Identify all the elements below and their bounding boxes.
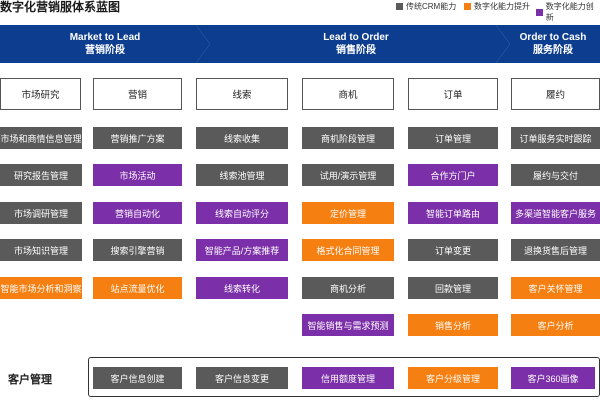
legend-item-innovation: 数字化能力创新 xyxy=(536,1,600,23)
capability-box: 站点流量优化 xyxy=(93,277,182,299)
capability-box: 线索收集 xyxy=(196,127,288,149)
capability-box: 多渠道智能客户服务 xyxy=(511,202,600,224)
capability-box: 客户分析 xyxy=(511,314,600,336)
legend-label: 数字化能力创新 xyxy=(545,2,594,22)
capability-box: 营销推广方案 xyxy=(93,127,182,149)
capability-box: 商机分析 xyxy=(302,277,394,299)
customer-capability-box: 客户信息变更 xyxy=(196,367,288,389)
column-header-opportunity: 商机 xyxy=(302,78,394,110)
column-header-leads: 线索 xyxy=(196,78,288,110)
legend-label: 数字化能力提升 xyxy=(474,2,530,11)
capability-box: 客户关怀管理 xyxy=(511,277,600,299)
capability-box: 搜索引擎营销 xyxy=(93,239,182,261)
capability-box: 订单管理 xyxy=(408,127,498,149)
capability-box: 智能产品/方案推荐 xyxy=(196,239,288,261)
legend-swatch-icon xyxy=(536,8,543,16)
stage-lead-to-order: Lead to Order 销售阶段 xyxy=(196,25,510,63)
stage-cn-label: 营销阶段 xyxy=(85,45,125,56)
capability-box: 市场知识管理 xyxy=(0,239,82,261)
capability-box: 营销自动化 xyxy=(93,202,182,224)
stage-en-label: Order to Cash xyxy=(519,32,587,43)
column-header-marketing: 营销 xyxy=(93,78,182,110)
capability-box: 智能销售与需求预测 xyxy=(302,314,394,336)
customer-capability-box: 信用额度管理 xyxy=(302,367,394,389)
capability-box: 市场活动 xyxy=(93,164,182,186)
capability-box: 智能市场分析和洞察 xyxy=(0,277,82,299)
legend-label: 传统CRM能力 xyxy=(406,2,457,11)
customer-capability-box: 客户分级管理 xyxy=(408,367,498,389)
capability-box: 研究报告管理 xyxy=(0,164,82,186)
capability-box: 格式化合同管理 xyxy=(302,239,394,261)
capability-box: 线索池管理 xyxy=(196,164,288,186)
column-header-order: 订单 xyxy=(408,78,498,110)
capability-box: 线索转化 xyxy=(196,277,288,299)
capability-box: 履约与交付 xyxy=(511,164,600,186)
legend-item-traditional: 传统CRM能力 xyxy=(396,1,456,12)
page-title: 数字化营销服体系蓝图 xyxy=(0,0,121,14)
capability-box: 销售分析 xyxy=(408,314,498,336)
customer-management-label: 客户管理 xyxy=(8,374,52,386)
stage-en-label: Lead to Order xyxy=(323,32,389,43)
column-header-fulfillment: 履约 xyxy=(511,78,600,110)
stage-market-to-lead: Market to Lead 营销阶段 xyxy=(0,25,210,63)
capability-box: 合作方门户 xyxy=(408,164,498,186)
legend-swatch-icon xyxy=(464,3,471,10)
capability-box: 市场调研管理 xyxy=(0,202,82,224)
capability-box: 订单变更 xyxy=(408,239,498,261)
stage-order-to-cash: Order to Cash 服务阶段 xyxy=(496,25,600,63)
capability-box: 定价管理 xyxy=(302,202,394,224)
capability-box: 线索自动评分 xyxy=(196,202,288,224)
capability-box: 订单服务实时跟踪 xyxy=(511,127,600,149)
stage-cn-label: 销售阶段 xyxy=(336,45,376,56)
legend-swatch-icon xyxy=(396,3,403,10)
legend-item-improvement: 数字化能力提升 xyxy=(464,1,530,12)
customer-capability-box: 客户360画像 xyxy=(511,367,595,389)
capability-box: 智能订单路由 xyxy=(408,202,498,224)
column-header-market-research: 市场研究 xyxy=(0,78,81,110)
capability-box: 市场和商情信息管理 xyxy=(0,127,82,149)
capability-box: 商机阶段管理 xyxy=(302,127,394,149)
capability-box: 退换货售后管理 xyxy=(511,239,600,261)
capability-box: 回款管理 xyxy=(408,277,498,299)
capability-box: 试用/演示管理 xyxy=(302,164,394,186)
customer-capability-box: 客户信息创建 xyxy=(93,367,182,389)
stage-en-label: Market to Lead xyxy=(69,32,141,43)
stage-cn-label: 服务阶段 xyxy=(533,45,573,56)
